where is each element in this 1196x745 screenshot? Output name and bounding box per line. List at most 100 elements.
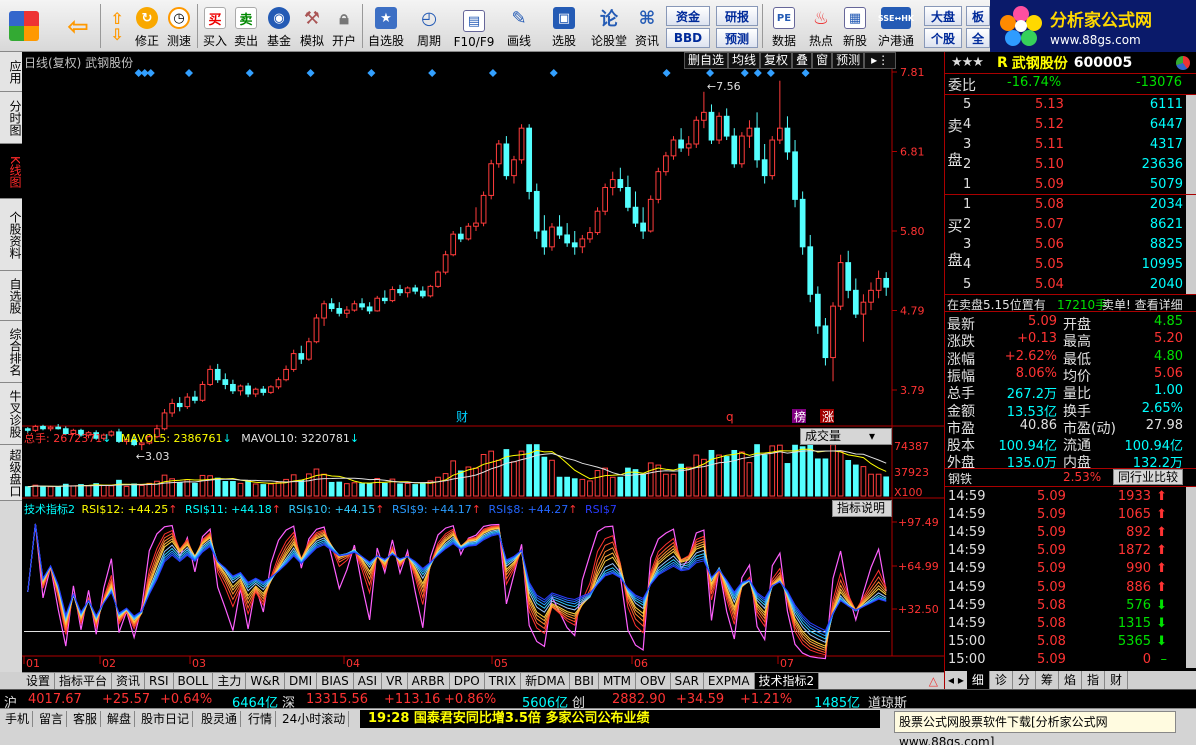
stock-picker-button[interactable]: ▣ 选股 <box>546 3 582 49</box>
status-button-4[interactable]: 股市日记 <box>138 711 194 727</box>
status-button-6[interactable]: 行情 <box>245 711 277 727</box>
indicator-tab-4[interactable]: BOLL <box>174 673 214 689</box>
restore-right-button[interactable]: 复权 <box>760 52 793 69</box>
quote-tab-6[interactable]: 财 <box>1105 671 1128 689</box>
left-tab-7[interactable]: 超级盘口 <box>0 445 22 501</box>
indicator-tab-16[interactable]: MTM <box>599 673 636 689</box>
single-stock-button[interactable]: 个股 <box>924 28 962 48</box>
fund-button[interactable]: ◉ 基金 <box>264 3 294 49</box>
indicator-tab-18[interactable]: SAR <box>671 673 704 689</box>
sell-row[interactable]: 5 5.13 6111 <box>945 96 1196 115</box>
quote-tab-2[interactable]: 分 <box>1013 671 1036 689</box>
indicator-tab-15[interactable]: BBI <box>570 673 599 689</box>
market-button[interactable]: 大盘 <box>924 6 962 26</box>
status-button-2[interactable]: 客服 <box>70 711 102 727</box>
hotspot-button[interactable]: ♨ 热点 <box>806 3 836 49</box>
forecast-chart-button[interactable]: 预测 <box>832 52 865 69</box>
remove-watchlist-button[interactable]: 删自选 <box>684 52 729 69</box>
status-button-0[interactable]: 手机 <box>2 711 34 727</box>
hk-connect-button[interactable]: SSE↔HK 沪港通 <box>874 3 918 49</box>
ad-banner[interactable]: 股票公式网股票软件下载[分析家公式网www.88gs.com] <box>894 711 1176 745</box>
data-button[interactable]: PE 数据 <box>766 3 802 49</box>
window-button[interactable]: 窗 <box>812 52 833 69</box>
status-button-1[interactable]: 留言 <box>36 711 68 727</box>
left-tab-3[interactable]: 个股资料 <box>0 199 22 271</box>
speed-test-button[interactable]: ◷ 测速 <box>164 3 194 49</box>
status-button-5[interactable]: 股灵通 <box>198 711 242 727</box>
left-tab-1[interactable]: 分时图 <box>0 92 22 144</box>
indicator-tab-20[interactable]: 技术指标2 <box>754 673 820 689</box>
buy-row[interactable]: 5 5.04 2040 <box>945 276 1196 295</box>
news-button[interactable]: ⌘ 资讯 <box>632 3 662 49</box>
indicator-tab-17[interactable]: OBV <box>636 673 671 689</box>
buy-button[interactable]: 买 买入 <box>201 3 229 49</box>
open-account-button[interactable]: 🔒︎ 开户 <box>329 3 359 49</box>
all-button[interactable]: 全 <box>966 28 990 48</box>
forecast-button[interactable]: 预测 <box>716 28 758 48</box>
indicator-tab-11[interactable]: ARBR <box>408 673 450 689</box>
overlay-button[interactable]: 叠 <box>792 52 813 69</box>
indicator-tab-7[interactable]: DMI <box>285 673 318 689</box>
fund-flow-button[interactable]: 资金 <box>666 6 710 26</box>
left-tab-6[interactable]: 牛叉诊股 <box>0 383 22 445</box>
indicator-tab-3[interactable]: RSI <box>145 673 174 689</box>
status-button-3[interactable]: 解盘 <box>104 711 136 727</box>
triangle-up-icon[interactable]: △ <box>923 673 944 689</box>
left-tab-0[interactable]: 应用 <box>0 52 22 92</box>
bbd-button[interactable]: BBD <box>666 28 710 48</box>
indicator-tab-1[interactable]: 指标平台 <box>55 673 113 689</box>
sell-row[interactable]: 4 5.12 6447 <box>945 116 1196 135</box>
chart-menu-arrow-icon[interactable]: ▸⋮ <box>864 52 897 69</box>
app-logo-button[interactable] <box>4 3 44 49</box>
indicator-tab-12[interactable]: DPO <box>450 673 485 689</box>
fix-button[interactable]: ↻ 修正 <box>132 3 162 49</box>
indicator-tab-2[interactable]: 资讯 <box>112 673 146 689</box>
order-book-scrollbar[interactable] <box>1186 95 1196 195</box>
quote-tab-0[interactable]: 细 <box>966 671 990 689</box>
buy-row[interactable]: 4 5.05 10995 <box>945 256 1196 275</box>
sector-button[interactable]: 板 <box>966 6 990 26</box>
indicator-tab-8[interactable]: BIAS <box>317 673 354 689</box>
sell-row[interactable]: 2 5.10 23636 <box>945 156 1196 175</box>
sell-row[interactable]: 1 5.09 5079 <box>945 176 1196 195</box>
order-book-scrollbar[interactable] <box>1186 195 1196 295</box>
quote-tab-4[interactable]: 焰 <box>1059 671 1082 689</box>
indicator-tab-5[interactable]: 主力 <box>213 673 247 689</box>
research-button[interactable]: 研报 <box>716 6 758 26</box>
sell-row[interactable]: 3 5.11 4317 <box>945 136 1196 155</box>
draw-line-button[interactable]: ✎ 画线 <box>502 3 536 49</box>
left-tab-2[interactable]: K线图 <box>0 144 22 199</box>
buy-row[interactable]: 1 5.08 2034 <box>945 196 1196 215</box>
pie-chart-icon[interactable] <box>1176 55 1190 70</box>
quote-tab-1[interactable]: 诊 <box>990 671 1013 689</box>
buy-row[interactable]: 3 5.06 8825 <box>945 236 1196 255</box>
news-ticker[interactable]: 19:28 国泰君安同比增3.5倍 多家公司公布业绩 <box>360 710 880 728</box>
indicator-tab-14[interactable]: 新DMA <box>521 673 570 689</box>
indicator-tab-9[interactable]: ASI <box>354 673 383 689</box>
indicator-tab-19[interactable]: EXPMA <box>704 673 755 689</box>
sell-button[interactable]: 卖 卖出 <box>232 3 260 49</box>
quote-tab-3[interactable]: 筹 <box>1036 671 1059 689</box>
big-order-notice[interactable]: 在卖盘5.15位置有 17210手 卖单! 查看详细 <box>945 294 1196 312</box>
status-button-7[interactable]: 24小时滚动 <box>279 711 350 727</box>
moving-average-button[interactable]: 均线 <box>728 52 761 69</box>
f10-button[interactable]: ▤ F10/F9 <box>450 3 498 49</box>
watchlist-button[interactable]: ★ 自选股 <box>366 3 406 49</box>
industry-compare-button[interactable]: 同行业比较 <box>1113 469 1184 485</box>
kline-chart-panel[interactable]: 7.81 6.81 5.80 4.79 3.79 ←7.56 ←3.03 财 q 榜 涨 74387 3… <box>22 52 944 672</box>
indicator-tab-0[interactable]: 设置 <box>22 673 56 689</box>
left-tab-4[interactable]: 自选股 <box>0 271 22 321</box>
kline-chart-svg[interactable]: 7.81 6.81 5.80 4.79 3.79 ←7.56 ←3.03 财 q 榜 涨 74387 3… <box>22 52 944 672</box>
scroll-updown-button[interactable]: ⇧ ⇩ <box>104 3 130 49</box>
simulate-button[interactable]: ⚒ 模拟 <box>297 3 327 49</box>
back-button[interactable]: ⇦ <box>58 3 98 49</box>
quote-tab-5[interactable]: 指 <box>1082 671 1105 689</box>
indicator-tab-13[interactable]: TRIX <box>485 673 522 689</box>
new-stock-button[interactable]: ▦ 新股 <box>840 3 870 49</box>
tab-nav-arrows-icon[interactable]: ◂ ▸ <box>945 671 967 689</box>
buy-row[interactable]: 2 5.07 8621 <box>945 216 1196 235</box>
volume-select-button[interactable]: 成交量 ▾ <box>800 428 892 445</box>
period-button[interactable]: ◴ 周期 <box>412 3 446 49</box>
tick-scrollbar[interactable] <box>1186 487 1196 668</box>
indicator-tab-6[interactable]: W&R <box>246 673 285 689</box>
